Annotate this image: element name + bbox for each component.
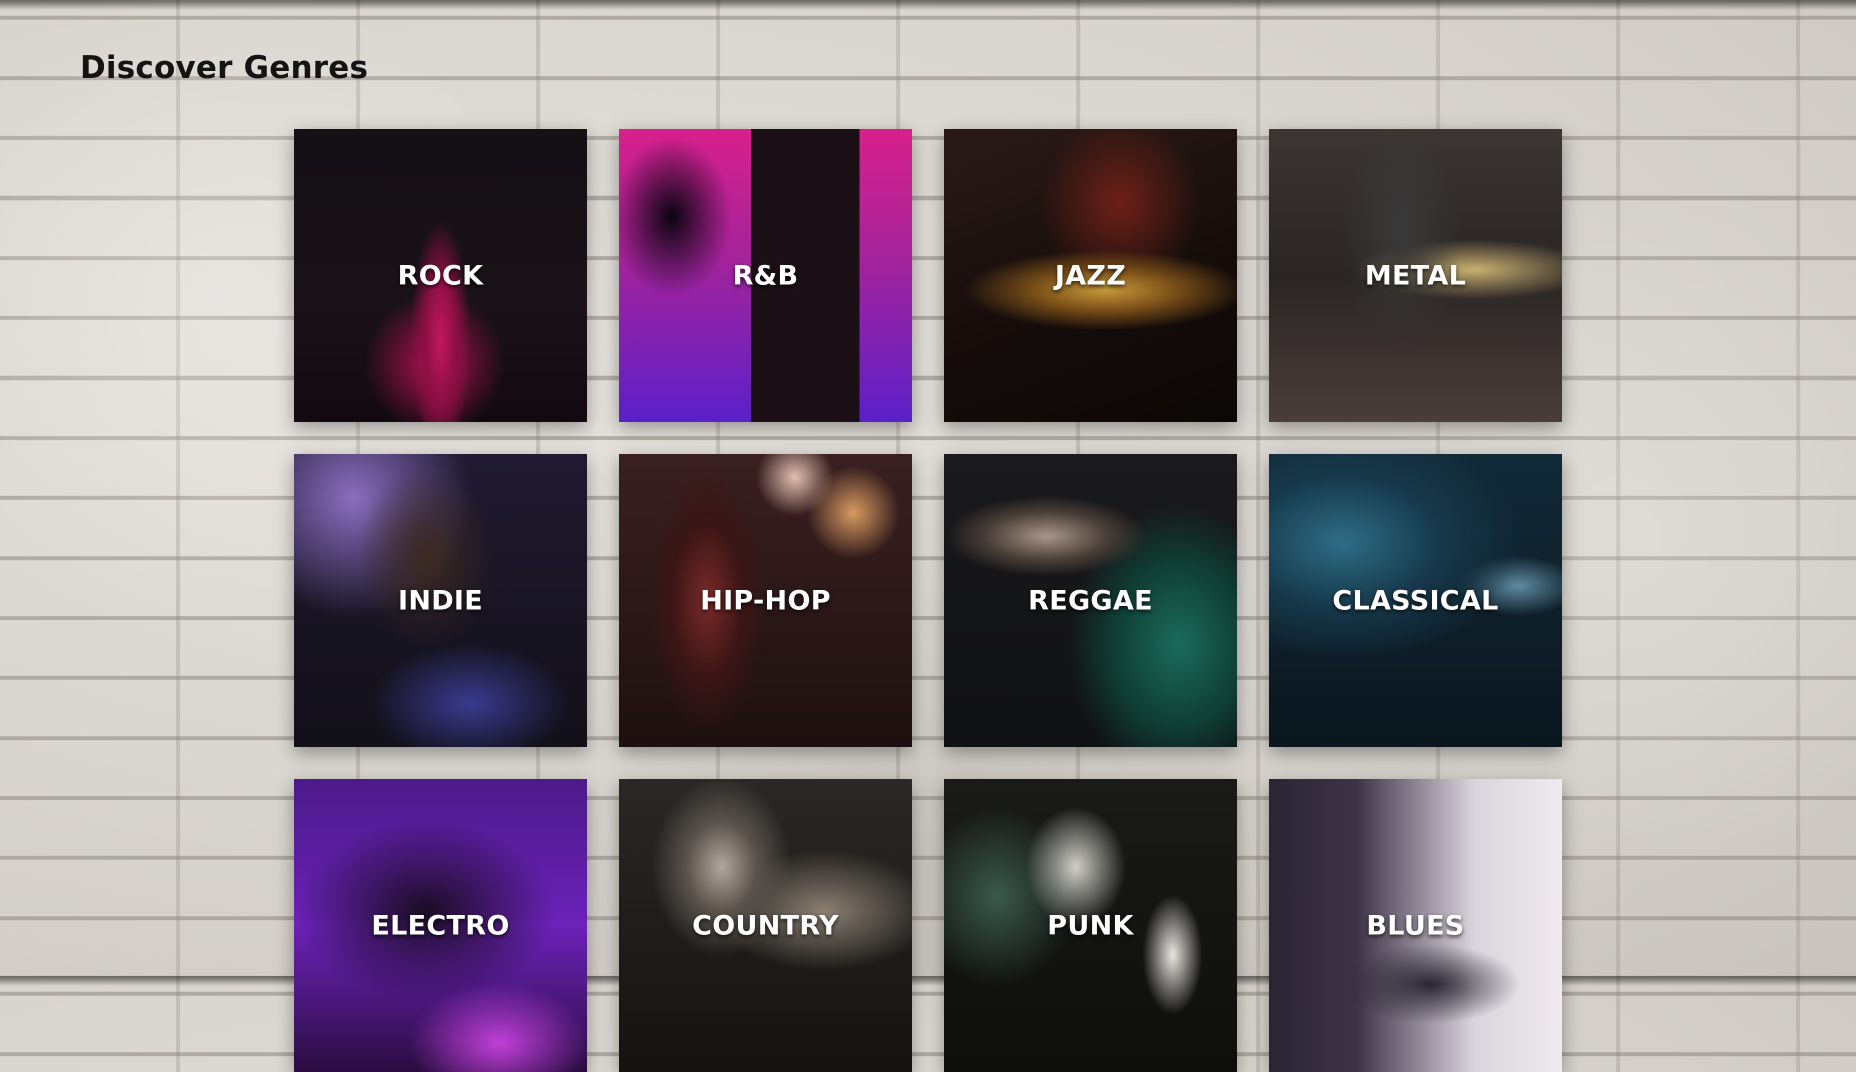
genre-card-rnb[interactable]: R&B <box>619 129 912 422</box>
genre-label: REGGAE <box>1028 585 1153 616</box>
genre-card-classical[interactable]: CLASSICAL <box>1269 454 1562 747</box>
genre-card-indie[interactable]: INDIE <box>294 454 587 747</box>
page-title: Discover Genres <box>80 50 369 86</box>
genre-card-country[interactable]: COUNTRY <box>619 779 912 1072</box>
genre-label: JAZZ <box>1054 260 1127 291</box>
genre-card-punk[interactable]: PUNK <box>944 779 1237 1072</box>
genre-card-rock[interactable]: ROCK <box>294 129 587 422</box>
genre-label: METAL <box>1364 260 1467 291</box>
genre-card-jazz[interactable]: JAZZ <box>944 129 1237 422</box>
genre-card-reggae[interactable]: REGGAE <box>944 454 1237 747</box>
genre-label: ELECTRO <box>371 910 510 941</box>
genre-label: R&B <box>732 260 799 291</box>
genre-card-metal[interactable]: METAL <box>1269 129 1562 422</box>
genre-label: PUNK <box>1047 910 1134 941</box>
genre-label: HIP-HOP <box>700 585 831 616</box>
genre-label: BLUES <box>1366 910 1465 941</box>
genre-card-hip-hop[interactable]: HIP-HOP <box>619 454 912 747</box>
genre-label: INDIE <box>397 585 484 616</box>
genre-card-electro[interactable]: ELECTRO <box>294 779 587 1072</box>
genre-card-blues[interactable]: BLUES <box>1269 779 1562 1072</box>
genre-grid: ROCK R&B JAZZ METAL INDIE HIP-HOP REGGAE… <box>294 129 1562 1072</box>
genre-label: COUNTRY <box>692 910 839 941</box>
genre-label: ROCK <box>397 260 484 291</box>
genre-label: CLASSICAL <box>1332 585 1499 616</box>
